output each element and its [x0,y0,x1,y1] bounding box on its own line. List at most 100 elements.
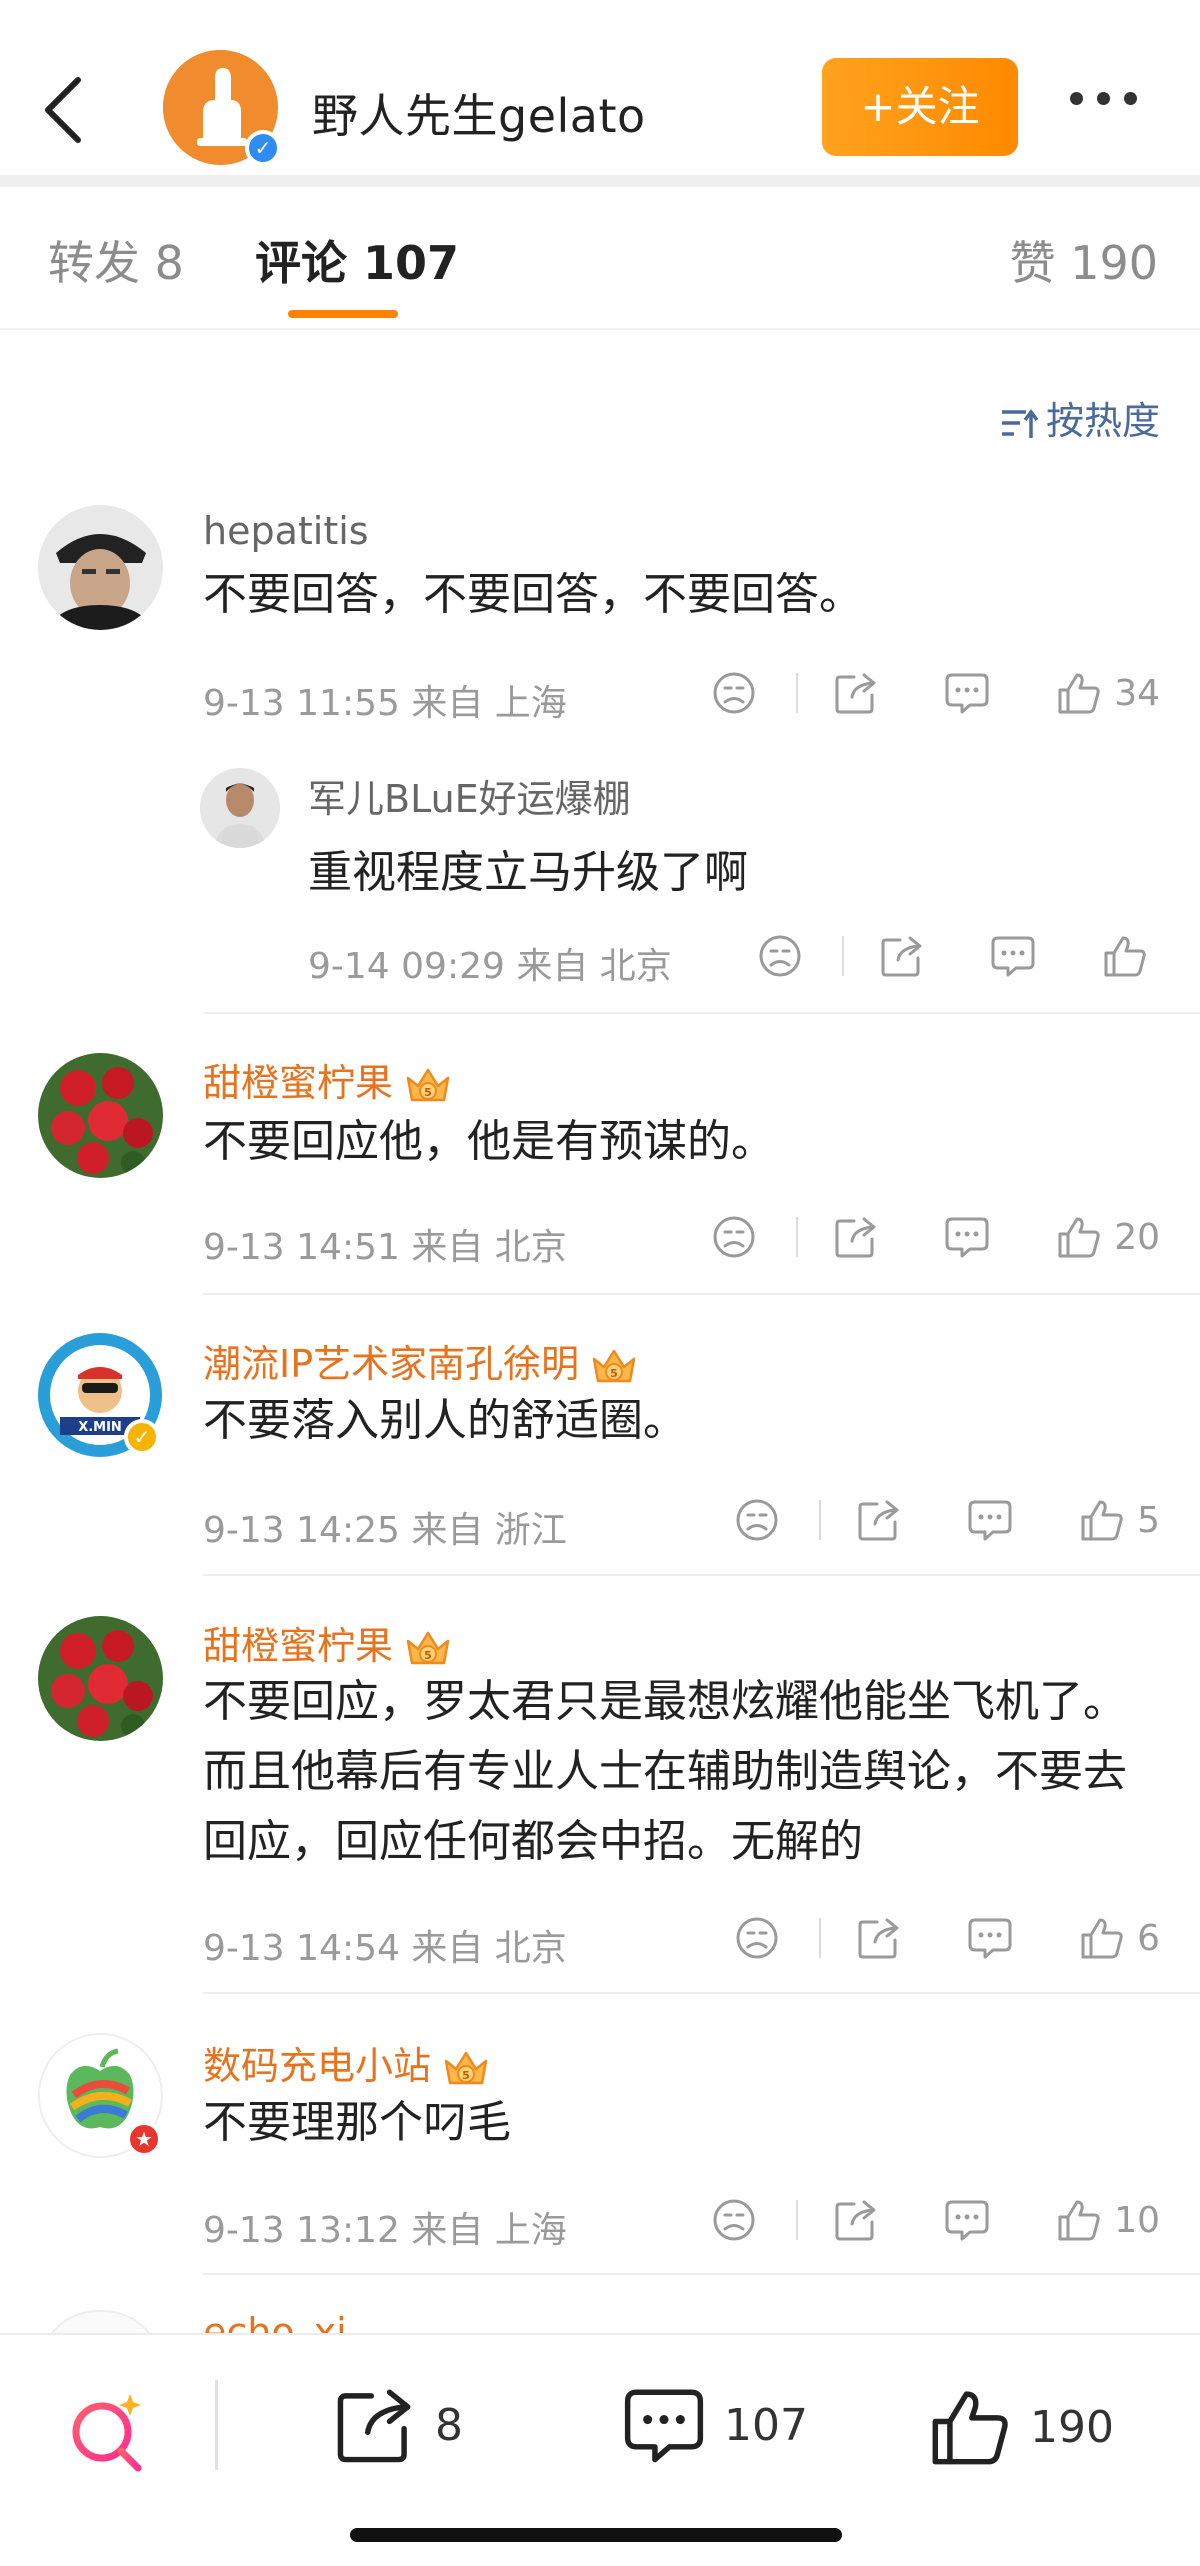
share-icon [337,2389,411,2463]
avatar[interactable] [38,1616,163,1741]
super-search-button[interactable] [66,2390,150,2478]
comment-text[interactable]: 不要回应他，他是有预谋的。 [203,1108,1160,1176]
comment-icon [990,934,1036,978]
author-name[interactable]: 野人先生gelato [312,80,646,146]
sad-face-icon [712,671,756,715]
flower-photo-icon [38,1616,163,1741]
comment-author[interactable]: hepatitis [203,509,369,553]
share-button[interactable] [857,1916,901,1960]
comment-author[interactable]: 甜橙蜜柠果 [203,1615,453,1671]
comment-time: 9-13 14:54 来自 北京 [203,1928,567,1969]
comment-author[interactable]: echo_xi [203,2310,347,2333]
comment-time: 9-13 13:12 来自 上海 [203,2210,567,2251]
follow-button[interactable]: +关注 [822,58,1018,156]
reply-button[interactable] [944,2198,990,2242]
comment-time: 9-13 14:25 来自 浙江 [203,1510,567,1551]
comment-icon [944,671,990,715]
reply-button[interactable] [967,1498,1013,1542]
like-button[interactable]: 10 [1056,2197,1160,2243]
reply-author[interactable]: 军儿BLuE好运爆棚 [308,768,631,823]
sort-button[interactable]: 按热度 [1000,390,1160,445]
divider [796,673,799,713]
dislike-button[interactable] [735,1916,779,1960]
divider [842,936,844,976]
comment-text[interactable]: 不要回答，不要回答，不要回答。 [203,561,1160,629]
share-button[interactable] [834,671,878,715]
comment-author[interactable]: 潮流IP艺术家南孔徐明 [203,1333,639,1389]
sad-face-icon [735,1916,779,1960]
reply-meta: 9-14 09:29 来自 北京 [308,931,1160,987]
divider [796,1217,799,1257]
tab-reposts[interactable]: 转发 8 [48,227,184,293]
like-button[interactable]: 5 [1079,1497,1160,1543]
dislike-button[interactable] [758,934,802,978]
more-dots-icon [1070,92,1083,105]
share-button[interactable] [834,2198,878,2242]
like-button[interactable]: 190 [928,2385,1114,2469]
like-count: 190 [1030,2401,1114,2453]
share-icon [857,1498,901,1542]
comment-icon [624,2389,704,2463]
avatar[interactable] [200,768,280,848]
repost-button[interactable]: 8 [333,2385,463,2465]
divider [819,1918,822,1958]
reply-button[interactable] [944,671,990,715]
comment-meta: 9-13 11:55 来自 上海 34 [203,668,1160,724]
like-button[interactable] [1102,933,1160,979]
reply-button[interactable] [967,1916,1013,1960]
more-button[interactable] [1070,90,1150,120]
comment-divider [203,1012,1200,1014]
active-tab-indicator [288,310,398,318]
thumbs-up-icon [1102,933,1148,979]
avatar[interactable] [38,505,163,630]
back-button[interactable] [40,70,90,150]
avatar[interactable]: ★ [38,2033,163,2158]
like-count: 34 [1114,672,1160,714]
like-button[interactable]: 34 [1056,670,1160,716]
crown-badge-icon [403,1064,453,1108]
dislike-button[interactable] [712,2198,756,2242]
comment-text[interactable]: 不要落入别人的舒适圈。 [203,1387,1160,1455]
like-button[interactable]: 20 [1056,1214,1160,1260]
dislike-button[interactable] [712,671,756,715]
header-divider [0,175,1200,187]
home-indicator [350,2528,842,2542]
comment-author-label: 数码充电小站 [203,2044,432,2088]
dislike-button[interactable] [712,1215,756,1259]
sad-face-icon [712,1215,756,1259]
reply-text[interactable]: 重视程度立马升级了啊 [308,836,748,900]
author-avatar[interactable]: ✓ [163,50,281,166]
comment-icon [944,2198,990,2242]
like-count: 10 [1114,2199,1160,2241]
official-badge-icon: ★ [126,2121,162,2157]
super-search-icon [72,2394,142,2472]
dislike-button[interactable] [735,1498,779,1542]
share-button[interactable] [880,934,924,978]
reply-button[interactable] [944,1215,990,1259]
comment-divider [203,1992,1200,1994]
share-button[interactable] [834,1215,878,1259]
tab-likes[interactable]: 赞 190 [1010,227,1158,293]
comment-text[interactable]: 不要理那个叼毛 [203,2089,1160,2157]
comment-author[interactable]: 数码充电小站 [203,2035,491,2091]
crown-badge-icon [441,2047,491,2091]
comment-count: 107 [724,2399,808,2451]
comment-time: 9-13 11:55 来自 上海 [203,683,567,724]
comment-meta: 9-13 14:51 来自 北京 20 [203,1212,1160,1268]
avatar[interactable] [38,1053,163,1178]
thumbs-up-icon [1079,1497,1125,1543]
tab-comments[interactable]: 评论 107 [255,227,459,293]
flower-photo-icon [38,1053,163,1178]
reply-button[interactable] [990,934,1036,978]
share-button[interactable] [857,1498,901,1542]
comment-text[interactable]: 不要回应，罗太君只是最想炫耀他能坐飞机了。而且他幕后有专业人士在辅助制造舆论，不… [203,1667,1160,1877]
comment-button[interactable]: 107 [622,2385,808,2465]
like-button[interactable]: 6 [1079,1915,1160,1961]
comment-divider [203,1293,1200,1295]
sort-icon [1001,408,1038,438]
comment-author[interactable]: 甜橙蜜柠果 [203,1052,453,1108]
comment-meta: 9-13 14:25 来自 浙江 5 [203,1495,1160,1551]
sort-label: 按热度 [1045,399,1160,443]
avatar[interactable]: X.MIN ✓ [38,1333,163,1458]
thumbs-up-icon [1056,670,1102,716]
